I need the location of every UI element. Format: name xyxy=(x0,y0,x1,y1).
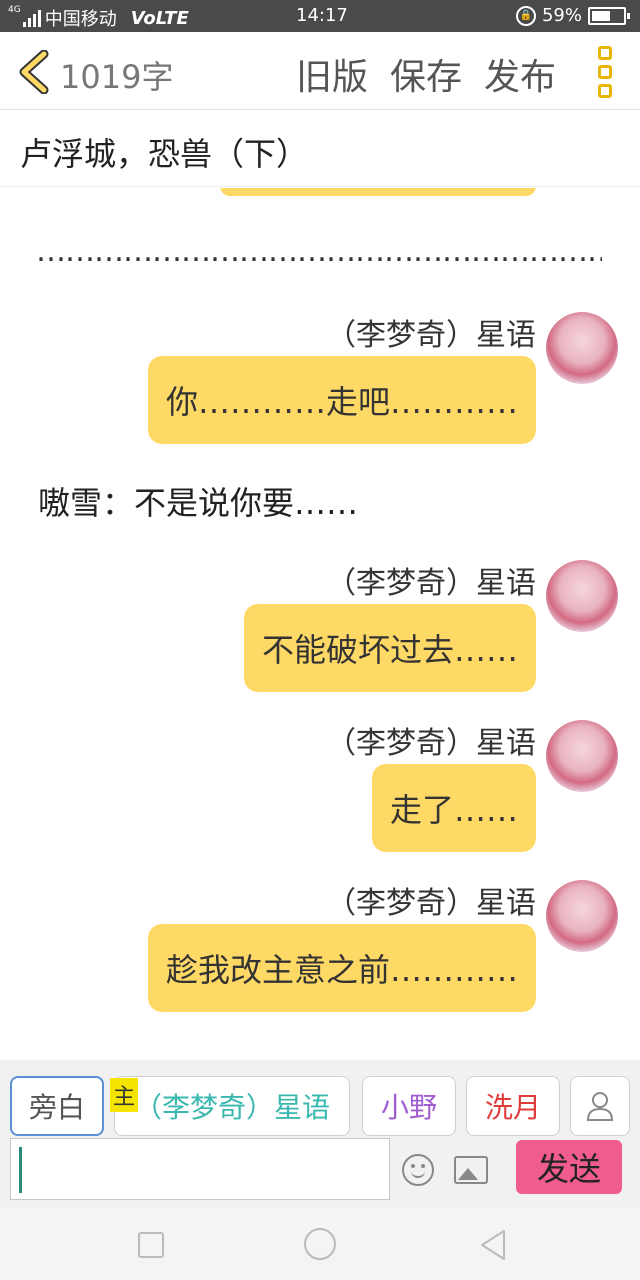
chat-message[interactable]: （李梦奇）星语 你…………走吧………… xyxy=(18,310,618,450)
story-title: 卢浮城，恐兽（下） xyxy=(20,135,309,173)
back-arrow-icon[interactable] xyxy=(14,50,54,94)
status-right: 🔒 59% xyxy=(515,5,630,26)
recent-apps-icon[interactable] xyxy=(138,1232,164,1258)
old-version-button[interactable]: 旧版 xyxy=(296,48,368,100)
role-label: 小野 xyxy=(380,1091,437,1124)
chat-message[interactable]: （李梦奇）星语 不能破坏过去…… xyxy=(18,558,618,698)
system-nav-bar xyxy=(0,1208,640,1280)
volte-label: VoLTE xyxy=(130,7,189,29)
message-input[interactable] xyxy=(10,1138,390,1200)
speaker-name: （李梦奇）星语 xyxy=(326,566,536,601)
editor-header: 1019字 旧版 保存 发布 xyxy=(0,32,640,110)
chat-message[interactable]: （李梦奇）星语 趁我改主意之前………… xyxy=(18,878,618,1018)
role-xiaoye-button[interactable]: 小野 xyxy=(362,1076,456,1136)
image-icon[interactable] xyxy=(454,1156,488,1184)
status-time: 14:17 xyxy=(296,5,348,26)
word-count: 1019字 xyxy=(60,58,174,96)
chat-area[interactable]: ………………………………………………………… （李梦奇）星语 你…………走吧……… xyxy=(0,188,640,1060)
signal-icon xyxy=(22,9,41,27)
main-role-tag: 主 xyxy=(110,1078,138,1112)
role-narrator-button[interactable]: 旁白 xyxy=(10,1076,104,1136)
narration-text[interactable]: 嗷雪：不是说你要…… xyxy=(38,478,358,524)
rotation-lock-icon: 🔒 xyxy=(515,5,536,26)
speaker-name: （李梦奇）星语 xyxy=(326,726,536,761)
emoji-icon[interactable] xyxy=(402,1154,434,1186)
network-type: 4G xyxy=(8,5,21,15)
chat-bubble[interactable]: 趁我改主意之前………… xyxy=(147,924,536,1012)
avatar[interactable] xyxy=(546,560,618,632)
role-xingyu-button[interactable]: （李梦奇）星语 xyxy=(114,1076,350,1136)
home-icon[interactable] xyxy=(304,1228,336,1260)
chat-bubble[interactable]: 不能破坏过去…… xyxy=(243,604,536,692)
carrier-name: 中国移动 xyxy=(44,9,117,30)
status-bar: 4G 中国移动 VoLTE 14:17 🔒 59% xyxy=(0,0,640,32)
chat-bubble-partial[interactable] xyxy=(220,188,536,196)
avatar[interactable] xyxy=(546,312,618,384)
chat-bubble[interactable]: 你…………走吧………… xyxy=(147,356,536,444)
battery-fill xyxy=(592,10,610,21)
chat-message[interactable]: （李梦奇）星语 走了…… xyxy=(18,718,618,858)
status-left: 4G 中国移动 VoLTE xyxy=(8,5,189,31)
nav-back-icon[interactable] xyxy=(478,1228,508,1262)
role-label: （李梦奇）星语 xyxy=(133,1091,330,1124)
input-area: 旁白 主 （李梦奇）星语 小野 洗月 发送 xyxy=(0,1060,640,1208)
user-icon xyxy=(586,1092,614,1121)
add-role-button[interactable] xyxy=(570,1076,630,1136)
text-caret xyxy=(19,1147,22,1193)
separator-line: ………………………………………………………… xyxy=(36,234,602,269)
avatar[interactable] xyxy=(546,880,618,952)
speaker-name: （李梦奇）星语 xyxy=(326,318,536,353)
save-button[interactable]: 保存 xyxy=(390,48,462,100)
speaker-name: （李梦奇）星语 xyxy=(326,886,536,921)
role-label: 旁白 xyxy=(28,1091,85,1124)
avatar[interactable] xyxy=(546,720,618,792)
battery-percent: 59% xyxy=(541,5,582,26)
more-menu-icon[interactable] xyxy=(594,46,616,98)
send-button[interactable]: 发送 xyxy=(516,1140,622,1194)
story-title-bar[interactable]: 卢浮城，恐兽（下） xyxy=(0,111,640,187)
battery-icon xyxy=(588,6,630,25)
role-xiyue-button[interactable]: 洗月 xyxy=(466,1076,560,1136)
chat-bubble[interactable]: 走了…… xyxy=(371,764,536,852)
publish-button[interactable]: 发布 xyxy=(484,48,556,100)
role-label: 洗月 xyxy=(484,1091,541,1124)
